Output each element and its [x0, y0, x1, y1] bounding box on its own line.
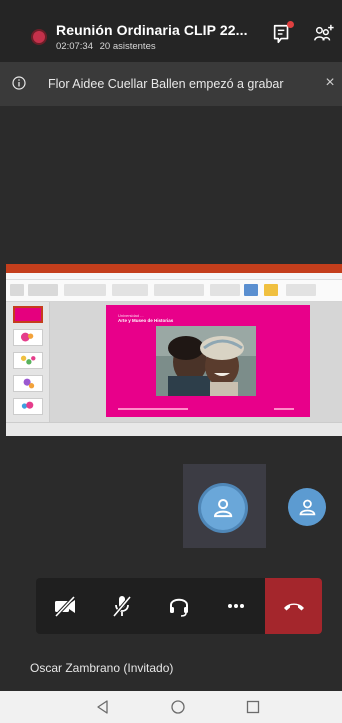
home-button[interactable] [168, 697, 188, 717]
participant-tile[interactable] [183, 464, 266, 548]
close-icon[interactable]: × [322, 74, 338, 92]
camera-button[interactable] [36, 578, 93, 634]
slide-canvas: Universidad ... Arte y Museo de Historia… [50, 302, 342, 422]
slide: Universidad ... Arte y Museo de Historia… [106, 305, 310, 417]
participants-button[interactable] [312, 22, 336, 46]
ppt-statusbar [6, 422, 342, 436]
more-icon [227, 604, 244, 608]
slide-thumbnail[interactable] [13, 352, 43, 369]
hang-up-icon [283, 603, 304, 611]
home-icon [171, 700, 185, 714]
meeting-header: Reunión Ordinaria CLIP 22... 02:07:34 20… [0, 0, 342, 62]
meeting-title[interactable]: Reunión Ordinaria CLIP 22... [56, 22, 248, 38]
avatar[interactable] [288, 488, 326, 526]
call-controls [36, 578, 322, 634]
participant-name: Oscar Zambrano (Invitado) [30, 661, 174, 675]
slide-thumbnails [6, 302, 50, 422]
attendee-count: 20 asistentes [99, 41, 156, 52]
ppt-menubar [6, 273, 342, 280]
camera-off-icon [54, 595, 75, 618]
recents-icon [246, 700, 260, 714]
slide-thumbnail[interactable] [13, 375, 43, 392]
audio-button[interactable] [150, 578, 207, 634]
person-icon [299, 499, 315, 515]
audio-headset-icon [169, 598, 188, 617]
info-icon [12, 76, 26, 90]
meeting-subtitle: 02:07:34 20 asistentes [56, 41, 160, 52]
mute-button[interactable] [93, 578, 150, 634]
mic-off-icon [112, 595, 131, 618]
chat-button[interactable] [270, 21, 294, 46]
recording-banner: Flor Aidee Cuellar Ballen empezó a graba… [0, 62, 342, 106]
ppt-ribbon [6, 280, 342, 302]
ppt-titlebar [6, 264, 342, 273]
hang-up-button[interactable] [265, 578, 322, 634]
slide-thumbnail[interactable] [13, 398, 43, 415]
person-icon [213, 498, 233, 518]
banner-message: Flor Aidee Cuellar Ballen empezó a graba… [48, 77, 284, 91]
back-button[interactable] [93, 697, 113, 717]
participants-add-icon [314, 24, 334, 41]
unread-badge [287, 21, 294, 28]
slide-thumbnail[interactable] [13, 329, 43, 346]
avatar [201, 486, 245, 530]
shared-screen[interactable]: Universidad ... Arte y Museo de Historia… [6, 264, 342, 436]
recents-button[interactable] [243, 697, 263, 717]
recording-dot-icon [33, 31, 45, 43]
more-button[interactable] [207, 578, 264, 634]
slide-thumbnail[interactable] [13, 306, 43, 323]
system-navbar [0, 691, 342, 723]
elapsed-time: 02:07:34 [56, 41, 93, 52]
slide-title: Arte y Museo de Historias [118, 318, 174, 323]
slide-photo [156, 326, 256, 396]
back-icon [97, 700, 108, 714]
